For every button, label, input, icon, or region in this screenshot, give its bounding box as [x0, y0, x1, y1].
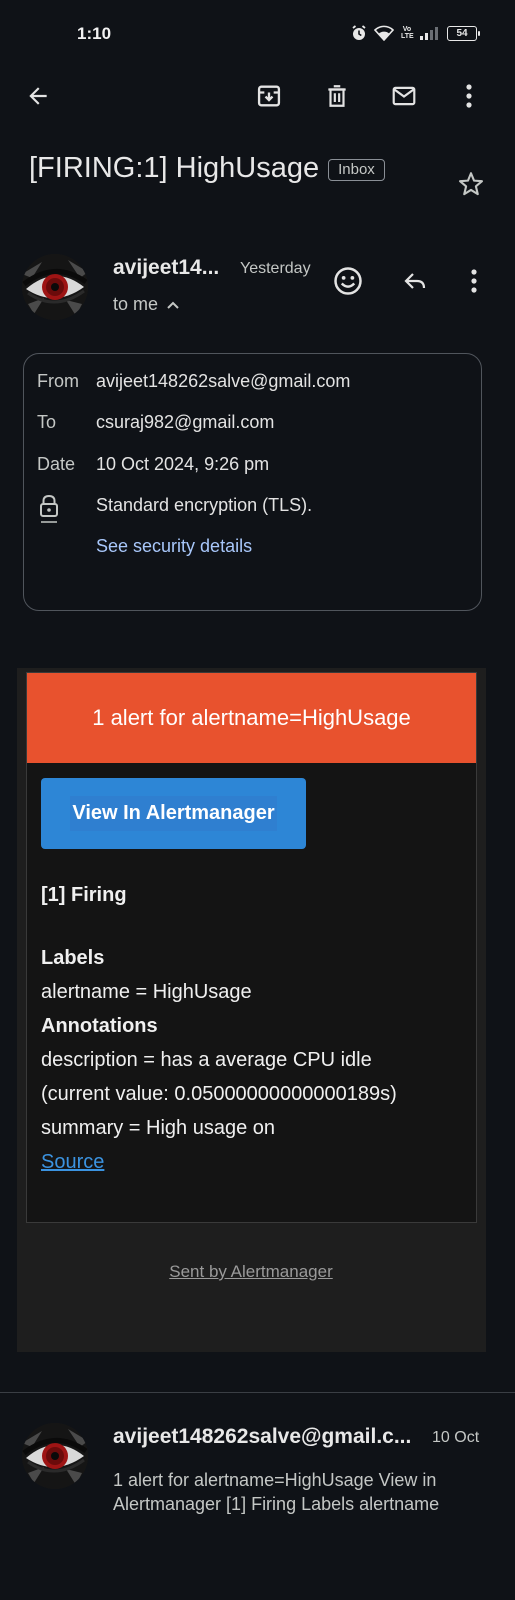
- star-button[interactable]: [449, 162, 493, 206]
- star-icon: [458, 172, 484, 196]
- email-time: Yesterday: [240, 260, 311, 277]
- alertname-label: alertname = HighUsage: [41, 981, 252, 1003]
- avatar-eye-image: [22, 254, 88, 320]
- next-email-snippet[interactable]: 1 alert for alertname=HighUsage View in …: [113, 1468, 493, 1516]
- to-label: To: [37, 412, 57, 432]
- recipient-summary: to me: [113, 294, 159, 314]
- encryption-info: Standard encryption (TLS).: [96, 495, 313, 515]
- from-value: avijeet148262salve@gmail.com: [96, 371, 351, 391]
- security-details-link[interactable]: See security details: [96, 536, 252, 557]
- alarm-icon: [352, 25, 366, 40]
- avatar-eye-image: [22, 1423, 88, 1489]
- message-more-button[interactable]: [452, 259, 496, 303]
- next-email-date: 10 Oct: [432, 1429, 480, 1446]
- next-email-sender[interactable]: avijeet148262salve@gmail.c...: [113, 1425, 411, 1449]
- add-reaction-button[interactable]: [326, 259, 370, 303]
- status-icons: Vo LTE 54: [351, 25, 480, 41]
- description-line-1: description = has a average CPU idle: [41, 1049, 372, 1071]
- mark-unread-icon: [392, 86, 416, 106]
- mark-unread-button[interactable]: [382, 74, 426, 118]
- view-in-alertmanager-button[interactable]: View In Alertmanager: [41, 778, 306, 849]
- back-button[interactable]: [16, 74, 60, 118]
- reply-button[interactable]: [393, 259, 437, 303]
- to-value: csuraj982@gmail.com: [96, 412, 275, 432]
- date-value: 10 Oct 2024, 9:26 pm: [96, 454, 270, 474]
- firing-heading: [1] Firing: [41, 884, 127, 906]
- source-link[interactable]: Source: [41, 1151, 104, 1174]
- archive-icon: [257, 85, 281, 107]
- sent-by-alertmanager-link[interactable]: Sent by Alertmanager: [0, 1262, 502, 1282]
- subject-row: [FIRING:1] HighUsage Inbox: [29, 152, 385, 185]
- reply-icon: [404, 273, 426, 289]
- more-vert-icon: [466, 84, 472, 108]
- wifi-icon: [374, 25, 394, 41]
- message-divider: [0, 1392, 515, 1393]
- sender-avatar[interactable]: [22, 254, 88, 320]
- emoji-icon: [334, 267, 362, 295]
- status-bar: 1:10 Vo LTE 54: [0, 0, 515, 66]
- network-type-label: Vo LTE: [401, 26, 414, 40]
- archive-button[interactable]: [247, 74, 291, 118]
- next-sender-avatar[interactable]: [22, 1423, 88, 1489]
- inbox-label-chip[interactable]: Inbox: [328, 158, 385, 181]
- delete-button[interactable]: [315, 74, 359, 118]
- lock-icon: [40, 494, 58, 523]
- sender-name[interactable]: avijeet14...: [113, 256, 219, 280]
- chevron-up-icon: [167, 301, 179, 309]
- from-label: From: [37, 371, 79, 391]
- description-line-2: (current value: 0.05000000000000189s): [41, 1083, 397, 1105]
- back-arrow-icon: [29, 87, 47, 105]
- signal-icon: [420, 27, 438, 40]
- battery-icon: 54: [447, 25, 480, 41]
- more-options-button[interactable]: [447, 74, 491, 118]
- date-label: Date: [37, 454, 76, 474]
- alert-header: 1 alert for alertname=HighUsage: [27, 673, 476, 763]
- annotations-heading: Annotations: [41, 1015, 158, 1037]
- status-time: 1:10: [77, 24, 112, 43]
- email-subject: [FIRING:1] HighUsage: [29, 152, 320, 184]
- summary-line: summary = High usage on: [41, 1117, 276, 1139]
- more-vert-icon: [471, 269, 477, 293]
- recipient-toggle[interactable]: to me: [113, 294, 180, 315]
- delete-icon: [328, 85, 346, 107]
- view-in-alertmanager-label: View In Alertmanager: [70, 796, 277, 831]
- labels-heading: Labels: [41, 947, 105, 969]
